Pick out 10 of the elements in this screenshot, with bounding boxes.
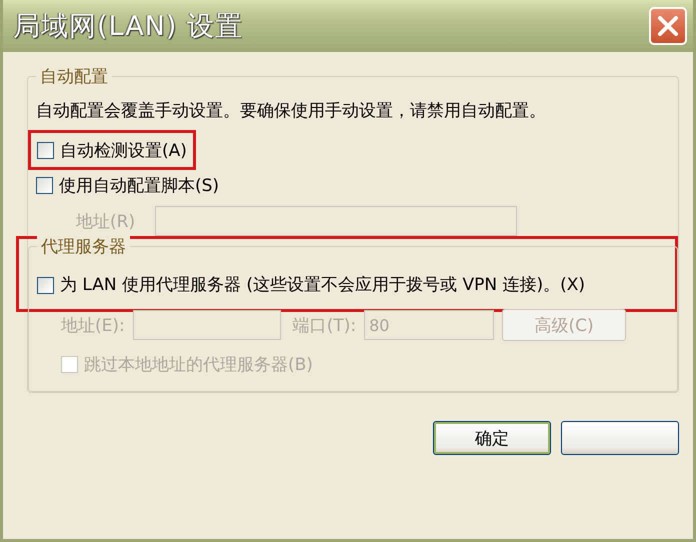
- checkbox-label: 为 LAN 使用代理服务器 (这些设置不会应用于拨号或 VPN 连接)。(X): [60, 275, 585, 295]
- checkbox-label: 使用自动配置脚本(S): [59, 174, 220, 196]
- checkbox-label: 跳过本地地址的代理服务器(B): [84, 354, 313, 376]
- field-label: 端口(T):: [292, 314, 356, 336]
- window-title: 局域网(LAN) 设置: [13, 10, 243, 44]
- field-label: 地址(E):: [61, 314, 125, 336]
- field-label: 地址(R): [76, 210, 136, 232]
- checkbox-label: 自动检测设置(A): [60, 140, 187, 162]
- description-text: 自动配置会覆盖手动设置。要确保使用手动设置，请禁用自动配置。: [36, 100, 547, 122]
- ok-button[interactable]: 确定: [433, 421, 551, 455]
